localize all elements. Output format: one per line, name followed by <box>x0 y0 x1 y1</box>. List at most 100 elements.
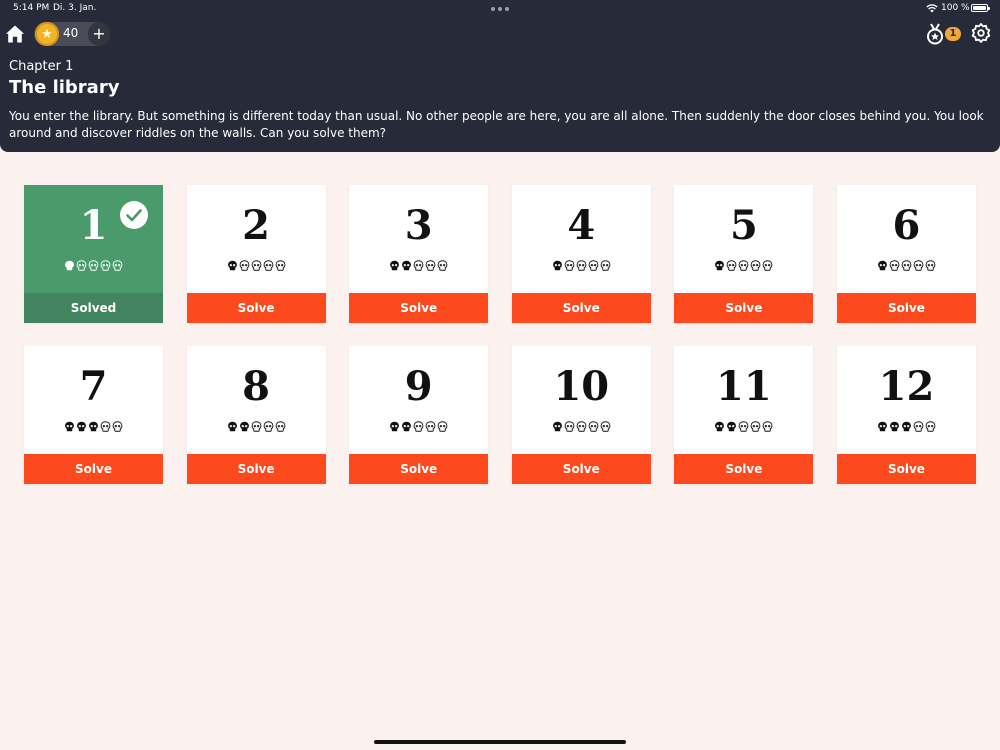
solve-button[interactable]: Solve <box>836 293 976 323</box>
solve-button[interactable]: Solve <box>674 293 814 323</box>
skull-icon <box>437 419 449 432</box>
skull-icon <box>924 258 936 271</box>
riddle-number: 2 <box>242 202 271 249</box>
skull-icon <box>563 258 575 271</box>
chapter-description: You enter the library. But something is … <box>9 109 984 140</box>
gear-icon[interactable] <box>971 23 991 43</box>
skull-icon <box>112 419 124 432</box>
riddle-card-11[interactable]: 11 Solve <box>674 346 814 484</box>
home-indicator[interactable] <box>374 740 626 744</box>
skull-icon <box>100 258 112 271</box>
difficulty-rating <box>837 419 976 432</box>
skull-icon <box>413 258 425 271</box>
difficulty-rating <box>349 258 488 271</box>
chapter-label: Chapter 1 <box>9 59 74 74</box>
riddle-number: 3 <box>404 202 433 249</box>
skull-icon <box>587 258 599 271</box>
difficulty-rating <box>349 419 488 432</box>
skull-icon <box>924 419 936 432</box>
skull-icon <box>389 419 401 432</box>
skull-icon <box>900 258 912 271</box>
checkmark-icon <box>120 201 148 229</box>
riddle-card-8[interactable]: 8 Solve <box>186 346 326 484</box>
solve-button[interactable]: Solve <box>186 454 326 484</box>
skull-icon <box>88 258 100 271</box>
difficulty-rating <box>512 258 651 271</box>
skull-icon <box>100 419 112 432</box>
skull-icon <box>76 419 88 432</box>
riddle-card-3[interactable]: 3 Solve <box>349 185 489 323</box>
skull-icon <box>575 258 587 271</box>
skull-icon <box>551 419 563 432</box>
status-time: 5:14 PM <box>13 3 50 13</box>
skull-icon <box>262 419 274 432</box>
skull-icon <box>738 258 750 271</box>
skull-icon <box>274 419 286 432</box>
medal-count-badge: 1 <box>945 27 961 41</box>
riddle-number: 9 <box>404 363 433 410</box>
riddle-card-4[interactable]: 4 Solve <box>511 185 651 323</box>
multitasking-dots-icon[interactable] <box>491 7 509 11</box>
riddle-card-12[interactable]: 12 Solve <box>836 346 976 484</box>
riddle-card-2[interactable]: 2 Solve <box>186 185 326 323</box>
skull-icon <box>750 419 762 432</box>
riddle-number: 12 <box>878 363 935 410</box>
solve-button[interactable]: Solve <box>349 293 489 323</box>
solved-label[interactable]: Solved <box>24 293 163 323</box>
wifi-icon <box>926 4 938 13</box>
skull-icon <box>714 419 726 432</box>
difficulty-rating <box>674 419 813 432</box>
solve-button[interactable]: Solve <box>511 293 651 323</box>
solve-button[interactable]: Solve <box>186 293 326 323</box>
riddle-card-9[interactable]: 9 Solve <box>349 346 489 484</box>
skull-icon <box>900 419 912 432</box>
skull-icon <box>912 419 924 432</box>
skull-icon <box>401 258 413 271</box>
skull-icon <box>888 258 900 271</box>
solve-button[interactable]: Solve <box>836 454 976 484</box>
riddle-card-5[interactable]: 5 Solve <box>674 185 814 323</box>
skull-icon <box>389 258 401 271</box>
skull-icon <box>425 419 437 432</box>
riddle-number: 4 <box>567 202 596 249</box>
coin-count: 40 <box>63 26 79 40</box>
skull-icon <box>876 419 888 432</box>
difficulty-rating <box>24 419 163 432</box>
riddle-number: 10 <box>553 363 610 410</box>
skull-icon <box>250 258 262 271</box>
skull-icon <box>738 419 750 432</box>
add-coins-button[interactable]: + <box>88 22 110 46</box>
skull-icon <box>226 258 238 271</box>
home-icon[interactable] <box>5 24 25 44</box>
star-coin-icon: ★ <box>35 22 59 46</box>
skull-icon <box>888 419 900 432</box>
skull-icon <box>238 419 250 432</box>
difficulty-rating <box>674 258 813 271</box>
skull-icon <box>912 258 924 271</box>
solve-button[interactable]: Solve <box>674 454 814 484</box>
skull-icon <box>250 419 262 432</box>
riddle-card-1[interactable]: 1 Solved <box>24 185 163 323</box>
skull-icon <box>274 258 286 271</box>
skull-icon <box>226 419 238 432</box>
difficulty-rating <box>512 419 651 432</box>
riddle-card-7[interactable]: 7 Solve <box>24 346 163 484</box>
riddle-card-6[interactable]: 6 Solve <box>836 185 976 323</box>
skull-icon <box>437 258 449 271</box>
medal-icon[interactable] <box>925 23 945 45</box>
skull-icon <box>413 419 425 432</box>
riddle-card-10[interactable]: 10 Solve <box>511 346 651 484</box>
solve-button[interactable]: Solve <box>349 454 489 484</box>
skull-icon <box>563 419 575 432</box>
skull-icon <box>762 419 774 432</box>
solve-button[interactable]: Solve <box>511 454 651 484</box>
riddle-grid: 1 Solved 2 Solve 3 Solve 4 Solve 5 Solve 6 Solve 7 So… <box>24 185 976 484</box>
difficulty-rating <box>187 419 326 432</box>
skull-icon <box>714 258 726 271</box>
solve-button[interactable]: Solve <box>24 454 163 484</box>
skull-icon <box>599 419 611 432</box>
battery-icon <box>971 4 990 12</box>
chapter-header: 5:14 PM Di. 3. Jan. 100 % ★ 40 + 1 Chapt… <box>0 0 1000 152</box>
skull-icon <box>750 258 762 271</box>
skull-icon <box>401 419 413 432</box>
